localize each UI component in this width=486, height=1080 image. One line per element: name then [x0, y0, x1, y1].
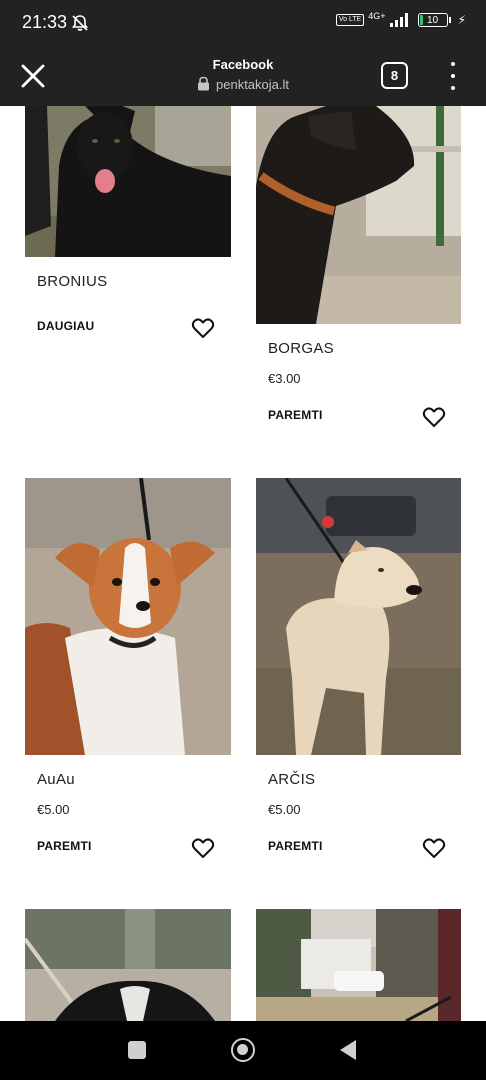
home-icon[interactable]: [231, 1038, 255, 1062]
heart-icon[interactable]: [422, 837, 446, 859]
overflow-menu-icon[interactable]: [446, 62, 460, 90]
dog-price: €5.00: [37, 802, 70, 817]
support-button[interactable]: PAREMTI: [268, 408, 323, 422]
battery-level: 10: [427, 14, 439, 26]
dog-photo[interactable]: [25, 478, 231, 755]
status-indicators: Vo LTE 4G+ 10 ⚡: [335, 11, 466, 27]
browser-title: Facebook: [212, 57, 274, 72]
recent-apps-icon[interactable]: [128, 1041, 146, 1059]
dog-card: [243, 909, 486, 1021]
dog-price: €5.00: [268, 802, 301, 817]
url-text: penktakoja.lt: [216, 77, 289, 92]
signal-icon: [389, 13, 408, 27]
dog-card: [0, 909, 243, 1021]
dog-card: ARČIS €5.00 PAREMTI: [243, 478, 486, 908]
charging-icon: ⚡: [457, 13, 466, 27]
heart-icon[interactable]: [191, 317, 215, 339]
network-type: 4G+: [368, 11, 386, 21]
dog-photo[interactable]: [25, 106, 231, 257]
lock-icon: [198, 76, 209, 91]
dog-photo[interactable]: [256, 478, 461, 755]
address-bar[interactable]: penktakoja.lt: [0, 76, 486, 92]
dog-card: AuAu €5.00 PAREMTI: [0, 478, 243, 908]
dog-photo[interactable]: [25, 909, 231, 1021]
dog-name[interactable]: BORGAS: [268, 340, 334, 357]
back-icon[interactable]: [340, 1040, 356, 1060]
heart-icon[interactable]: [422, 406, 446, 428]
tab-switcher-button[interactable]: 8: [381, 62, 408, 89]
volte-badge: Vo LTE: [335, 14, 365, 26]
battery-icon: 10: [417, 13, 451, 27]
support-button[interactable]: PAREMTI: [37, 839, 92, 853]
dog-price: €3.00: [268, 371, 301, 386]
dog-card: BORGAS €3.00 PAREMTI: [243, 106, 486, 478]
heart-icon[interactable]: [191, 837, 215, 859]
more-button[interactable]: DAUGIAU: [37, 319, 94, 333]
status-bar: 21:33 Vo LTE 4G+ 10 ⚡: [0, 0, 486, 46]
support-button[interactable]: PAREMTI: [268, 839, 323, 853]
dog-card: BRONIUS DAUGIAU: [0, 106, 243, 478]
status-time: 21:33: [22, 12, 68, 32]
bell-off-icon: [71, 15, 89, 31]
dog-name[interactable]: AuAu: [37, 771, 75, 788]
system-navigation-bar: [0, 1021, 486, 1080]
dog-photo[interactable]: [256, 106, 461, 324]
dog-list: BRONIUS DAUGIAU BORGAS €3.00 PAREMTI AuA…: [0, 106, 486, 1021]
browser-toolbar: Facebook penktakoja.lt 8: [0, 46, 486, 106]
dog-name[interactable]: BRONIUS: [37, 273, 107, 290]
dog-name[interactable]: ARČIS: [268, 771, 315, 788]
dog-photo[interactable]: [256, 909, 461, 1021]
